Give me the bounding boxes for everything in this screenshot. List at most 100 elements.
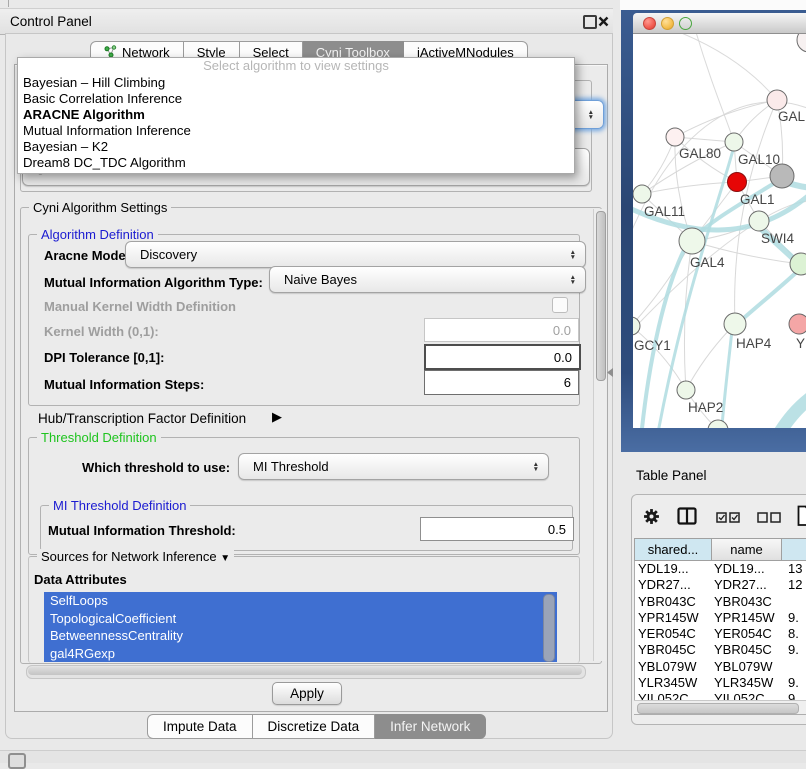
node-label: GAL80: [679, 146, 721, 161]
network-node-hap2[interactable]: [677, 381, 695, 399]
mi-threshold-field[interactable]: 0.5: [420, 517, 574, 541]
cell: YBR043C: [635, 594, 711, 610]
bottom-tab-infer-network[interactable]: Infer Network: [375, 714, 486, 739]
bottom-tab-impute-data[interactable]: Impute Data: [147, 714, 253, 739]
table-row[interactable]: YDR27...YDR27...12: [635, 577, 806, 593]
column-header-extra[interactable]: [782, 538, 806, 561]
network-window-titlebar[interactable]: [633, 13, 806, 34]
network-node-gal1[interactable]: [728, 173, 747, 192]
kernel-width-value: 0.0: [553, 323, 571, 338]
column-header-shared-[interactable]: shared...: [634, 538, 712, 561]
network-node-gal[interactable]: [767, 90, 787, 110]
dpi-tolerance-value: 0.0: [554, 350, 572, 365]
network-node[interactable]: [770, 164, 794, 188]
cell: YER054C: [711, 626, 783, 642]
hub-definition-label[interactable]: Hub/Transcription Factor Definition: [38, 411, 246, 426]
network-node-hap4[interactable]: [724, 313, 746, 335]
aracne-mode-label: Aracne Mode:: [44, 248, 130, 263]
table-row[interactable]: YIL052CYIL052C9: [635, 691, 806, 700]
node-label: GAL1: [740, 192, 775, 207]
network-canvas[interactable]: GALGAL80GAL10GAL1GAL11SWI4GAL4GCY1HAP4YH…: [633, 34, 806, 428]
threshold-definition-title: Threshold Definition: [37, 430, 161, 445]
algorithm-popup: Select algorithm to view settings Bayesi…: [17, 57, 575, 174]
table-row[interactable]: YBL079WYBL079W: [635, 659, 806, 675]
minimize-traffic-light[interactable]: [661, 17, 674, 30]
network-node[interactable]: [708, 420, 728, 428]
data-attributes-list[interactable]: SelfLoopsTopologicalCoefficientBetweenne…: [44, 592, 557, 662]
network-node-gal11[interactable]: [633, 185, 651, 203]
cell: 9.: [783, 642, 799, 658]
checked-pair-icon[interactable]: [716, 511, 741, 526]
table-row[interactable]: YPR145WYPR145W9.: [635, 610, 806, 626]
network-node-gal4[interactable]: [679, 228, 705, 254]
table-row[interactable]: YBR043CYBR043C: [635, 594, 806, 610]
column-header-name[interactable]: name: [712, 538, 782, 561]
which-threshold-label: Which threshold to use:: [82, 460, 230, 475]
attribute-item-gal4rgexp[interactable]: gal4RGexp: [44, 645, 557, 663]
network-edge[interactable]: [775, 396, 806, 428]
node-label: HAP2: [688, 400, 723, 415]
mi-type-combo[interactable]: Naive Bayes ▲▼: [269, 266, 586, 293]
zoom-traffic-light[interactable]: [679, 17, 692, 30]
window-edge-tick: [8, 0, 9, 7]
algorithm-option-bayesian-hill-climbing[interactable]: Bayesian – Hill Climbing: [18, 75, 574, 91]
attributes-scrollbar[interactable]: [543, 594, 555, 662]
table-row[interactable]: YBR045CYBR045C9.: [635, 642, 806, 658]
table-horizontal-scrollbar[interactable]: [634, 700, 806, 714]
table-row[interactable]: YLR345WYLR345W9.: [635, 675, 806, 691]
attribute-item-betweennesscentrality[interactable]: BetweennessCentrality: [44, 627, 557, 645]
settings-vertical-scrollbar[interactable]: [593, 209, 606, 661]
chevron-down-icon[interactable]: ▼: [220, 553, 230, 564]
network-node-gal80[interactable]: [666, 128, 684, 146]
mi-steps-field[interactable]: 6: [424, 370, 579, 395]
network-edge[interactable]: [735, 270, 799, 326]
node-label: SWI4: [761, 231, 794, 246]
table-row[interactable]: YDL19...YDL19...13: [635, 561, 806, 577]
unchecked-pair-icon[interactable]: [757, 511, 782, 526]
document-icon[interactable]: [797, 505, 806, 530]
network-edge[interactable]: [663, 34, 777, 100]
gear-icon[interactable]: [643, 508, 660, 528]
network-node[interactable]: [797, 34, 806, 52]
collapsed-panel-icon[interactable]: [8, 753, 26, 769]
bottom-tab-discretize-data[interactable]: Discretize Data: [253, 714, 376, 739]
node-label: GAL11: [644, 204, 685, 219]
kernel-width-field[interactable]: 0.0: [424, 318, 579, 342]
node-label: GAL4: [690, 255, 725, 270]
network-edge[interactable]: [693, 34, 734, 142]
close-traffic-light[interactable]: [643, 17, 656, 30]
cell: YDR27...: [711, 577, 783, 593]
dpi-tolerance-field[interactable]: 0.0: [424, 344, 581, 370]
node-label: Y: [796, 336, 805, 351]
manual-kernel-label: Manual Kernel Width Definition: [44, 299, 236, 314]
algorithm-option-dream8-dc-tdc-algorithm[interactable]: Dream8 DC_TDC Algorithm: [18, 155, 574, 171]
attribute-item-topologicalcoefficient[interactable]: TopologicalCoefficient: [44, 610, 557, 628]
columns-icon[interactable]: [677, 507, 697, 528]
float-window-icon[interactable]: [583, 15, 597, 29]
algorithm-option-aracne-algorithm[interactable]: ARACNE Algorithm: [18, 107, 574, 123]
algorithm-option-mutual-information-inference[interactable]: Mutual Information Inference: [18, 123, 574, 139]
settings-horizontal-scrollbar[interactable]: [26, 665, 586, 679]
expand-right-icon[interactable]: ▶: [272, 409, 282, 425]
mi-steps-label: Mutual Information Steps:: [44, 377, 204, 392]
manual-kernel-checkbox[interactable]: [552, 297, 568, 313]
sources-title: Sources for Network Inference ▼: [37, 549, 234, 564]
kernel-width-label: Kernel Width (0,1):: [44, 324, 159, 339]
algorithm-option-bayesian-k2[interactable]: Bayesian – K2: [18, 139, 574, 155]
cell: YBR045C: [635, 642, 711, 658]
network-node-gal10[interactable]: [725, 133, 743, 151]
apply-button[interactable]: Apply: [272, 682, 342, 705]
network-edge[interactable]: [642, 137, 675, 194]
cell: YIL052C: [711, 691, 783, 700]
network-node-y[interactable]: [789, 314, 806, 334]
node-label: GCY1: [634, 338, 671, 353]
network-node-swi4[interactable]: [749, 211, 769, 231]
which-threshold-combo[interactable]: MI Threshold ▲▼: [238, 453, 549, 480]
table-row[interactable]: YER054CYER054C8.: [635, 626, 806, 642]
algorithm-option-basic-correlation-inference[interactable]: Basic Correlation Inference: [18, 91, 574, 107]
attribute-item-selfloops[interactable]: SelfLoops: [44, 592, 557, 610]
close-icon[interactable]: [598, 15, 609, 30]
aracne-mode-combo[interactable]: Discovery ▲▼: [125, 241, 586, 268]
combo-spinner-icon: ▲▼: [533, 462, 539, 472]
dpi-tolerance-label: DPI Tolerance [0,1]:: [44, 350, 164, 365]
